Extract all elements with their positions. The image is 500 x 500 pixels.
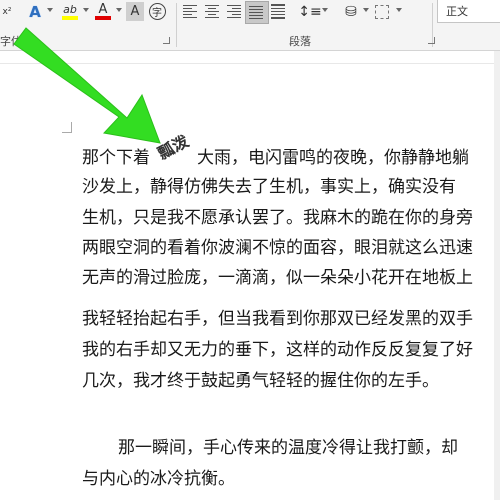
align-left-icon[interactable] [183, 4, 197, 18]
text-effect-button[interactable]: A [24, 2, 46, 21]
align-right-icon[interactable] [227, 4, 241, 18]
enclose-char-icon: 字 [148, 3, 166, 20]
margin-corner-mark [71, 122, 72, 132]
char-shading-icon: A [130, 4, 140, 19]
doc-text-line[interactable]: 那个下着 [82, 148, 150, 168]
line-spacing-button[interactable]: ↕≡ [298, 2, 322, 21]
ribbon: x² A ab A A 字 ↕≡ ⛁ 正文 字体 段落 [0, 0, 500, 50]
line-spacing-dropdown-arrow[interactable] [322, 8, 328, 12]
borders-dropdown-arrow[interactable] [396, 8, 402, 12]
highlight-color-bar [62, 15, 78, 20]
text-effect-dropdown-arrow[interactable] [47, 8, 53, 12]
justify-button[interactable] [245, 1, 269, 24]
doc-text-line[interactable]: 沙发上，静得仿佛失去了生机，事实上，确实没有 [82, 177, 456, 197]
ribbon-group-separator [176, 3, 177, 47]
align-center-icon[interactable] [205, 4, 219, 18]
doc-text-line[interactable]: 我的右手却又无力的垂下，这样的动作反反复复了好 [82, 340, 473, 360]
margin-corner-mark [62, 132, 72, 133]
doc-text-line[interactable]: 那一瞬间，手心传来的温度冷得让我打颤，却 [118, 438, 458, 458]
font-group-label: 字体 [0, 35, 22, 48]
highlight-button[interactable]: ab [58, 2, 82, 21]
doc-text-line[interactable]: 与内心的冰冷抗衡。 [82, 469, 235, 489]
doc-text-line[interactable]: 几次，我才终于鼓起勇气轻轻的握住你的左手。 [82, 371, 439, 391]
paint-bucket-icon: ⛁ [345, 3, 357, 20]
highlight-dropdown-arrow[interactable] [83, 8, 89, 12]
distributed-align-icon[interactable] [271, 4, 285, 19]
doc-text-line[interactable]: 大雨，电闪雷鸣的夜晚，你静静地躺 [197, 148, 469, 168]
font-color-icon: A [98, 2, 108, 17]
justify-icon [249, 5, 263, 19]
text-effect-icon: A [29, 2, 41, 21]
style-gallery-item[interactable]: 正文 [437, 0, 500, 23]
doc-text-line[interactable]: 我轻轻抬起右手，但当我看到你那双已经发黑的双手 [82, 309, 473, 329]
doc-text-line[interactable]: 无声的滑过脸庞，一滴滴，似一朵朵小花开在地板上 [82, 268, 473, 288]
doc-text-line[interactable]: 生机，只是我不愿承认罢了。我麻木的跪在你的身旁 [82, 208, 473, 228]
char-shading-button[interactable]: A [126, 2, 144, 21]
page-top-edge [0, 63, 500, 64]
enclose-char-button[interactable]: 字 [147, 2, 167, 21]
shading-button[interactable]: ⛁ [341, 2, 361, 21]
borders-icon [375, 4, 389, 19]
doc-text-line[interactable]: 两眼空洞的看着你波澜不惊的面容，眼泪就这么迅速 [82, 238, 473, 258]
borders-button[interactable] [373, 2, 391, 21]
font-color-button[interactable]: A [92, 2, 114, 21]
line-spacing-icon: ↕≡ [298, 3, 322, 20]
paragraph-group-label: 段落 [289, 35, 311, 48]
highlight-icon: ab [63, 2, 77, 16]
paragraph-dialog-launcher-icon[interactable] [428, 37, 435, 44]
vertical-scrollbar[interactable] [494, 51, 500, 500]
superscript-button[interactable]: x² [0, 2, 14, 21]
shading-dropdown-arrow[interactable] [363, 8, 369, 12]
font-color-dropdown-arrow[interactable] [116, 8, 122, 12]
font-dialog-launcher-icon[interactable] [163, 37, 170, 44]
style-name: 正文 [446, 5, 468, 18]
font-color-bar [95, 16, 111, 20]
